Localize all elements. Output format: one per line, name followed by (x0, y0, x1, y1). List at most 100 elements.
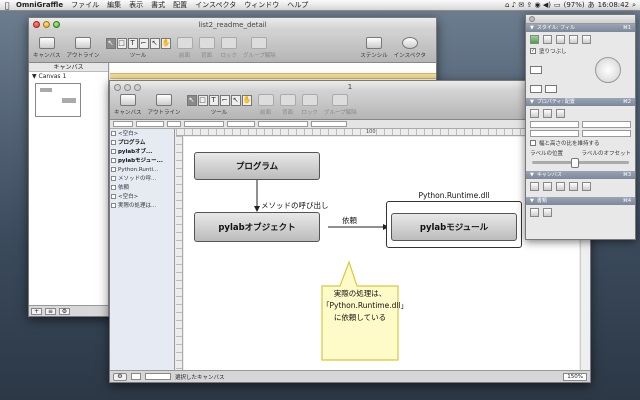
outline-row[interactable]: メソッドの呼... (110, 175, 174, 184)
outline-checkbox[interactable] (111, 185, 116, 190)
canvas-list-item[interactable]: ▼ Canvas 1 (29, 72, 108, 81)
add-layer-button[interactable]: ≡ (45, 308, 56, 315)
menu-window[interactable]: ウィンドウ (240, 0, 283, 10)
diagram-style-icon[interactable] (582, 182, 591, 191)
close-button[interactable] (114, 84, 121, 91)
outline-row[interactable]: <空白> (110, 130, 174, 139)
outline-checkbox[interactable] (111, 203, 116, 208)
properties-section-header[interactable]: ▼ プロパティ: 配置 ⌘2 (526, 98, 635, 106)
gear-icon[interactable]: ⚙ (113, 372, 127, 381)
apple-menu-icon[interactable]:  (0, 1, 14, 10)
document-section-header[interactable]: ▼ 書類 ⌘4 (526, 197, 635, 205)
menu-clock[interactable]: 16:08:42 (598, 1, 629, 9)
align-buttons[interactable] (258, 121, 308, 127)
tools-palette[interactable]: ↖ □ T ⌐ ↖ ✋ ツール (186, 95, 252, 116)
minimize-button[interactable] (43, 21, 50, 28)
stroke-field[interactable] (311, 121, 347, 127)
outline-checkbox[interactable] (111, 158, 116, 163)
outline-checkbox[interactable] (111, 176, 116, 181)
outline-row[interactable]: プログラム (110, 139, 174, 148)
fill-tab-icon[interactable] (530, 35, 539, 44)
tools-palette[interactable]: ↖ □ T ⌐ ↖ ✋ ツール (105, 38, 171, 59)
document-data-icon[interactable] (543, 208, 552, 217)
menu-inspector[interactable]: インスペクタ (191, 0, 240, 10)
program-box[interactable]: プログラム (194, 152, 320, 180)
outline-toggle-button[interactable]: アウトライン (148, 94, 181, 116)
close-icon[interactable] (529, 16, 535, 22)
fill-checkbox[interactable]: ✓ (530, 48, 536, 54)
outline-row[interactable]: pylabオブ... (110, 148, 174, 157)
menu-help[interactable]: ヘルプ (283, 0, 312, 10)
fill-type-popup[interactable] (530, 66, 542, 74)
bring-front-button[interactable]: 前面 (257, 94, 274, 116)
grid-icon[interactable] (543, 182, 552, 191)
fill-color-well-2[interactable] (545, 85, 557, 93)
align-tab-icon[interactable] (556, 109, 565, 118)
outline-row[interactable]: 依頼 (110, 184, 174, 193)
geometry-tab-icon[interactable] (530, 109, 539, 118)
document-info-icon[interactable] (530, 208, 539, 217)
width-field[interactable] (530, 130, 579, 137)
background-icon[interactable] (569, 182, 578, 191)
font-field[interactable] (113, 121, 133, 127)
menu-edit[interactable]: 編集 (103, 0, 125, 10)
outline-checkbox[interactable] (111, 131, 116, 136)
menu-app-name[interactable]: OmniGraffle (14, 1, 67, 9)
outline-toggle-button[interactable]: アウトライン (67, 37, 100, 59)
close-button[interactable] (33, 21, 40, 28)
label-position-slider[interactable] (532, 158, 629, 168)
size-field[interactable] (136, 121, 164, 127)
style-field[interactable] (184, 121, 224, 127)
lock-button[interactable]: ロック (302, 94, 318, 116)
style-section-header[interactable]: ▼ スタイル: フィル ⌘1 (526, 24, 635, 32)
battery-icon[interactable]: ▭ (554, 1, 561, 9)
menu-file[interactable]: ファイル (67, 0, 103, 10)
zoom-button[interactable] (134, 84, 141, 91)
menu-view[interactable]: 表示 (125, 0, 147, 10)
height-field[interactable] (582, 130, 631, 137)
lines-tab-icon[interactable] (543, 109, 552, 118)
pylab-object-box[interactable]: pylabオブジェクト (194, 212, 320, 242)
x-field[interactable] (530, 121, 579, 128)
zoom-popup[interactable]: 150% (563, 372, 587, 381)
canvas-thumbnail[interactable] (35, 83, 81, 117)
canvas-toggle-button[interactable]: キャンバス (114, 94, 142, 116)
canvas-toggle-button[interactable]: キャンバス (33, 37, 61, 59)
action-menu-icon[interactable]: ⚙ (59, 308, 70, 315)
outline-checkbox[interactable] (111, 194, 116, 199)
canvas-section-header[interactable]: ▼ キャンバス ⌘3 (526, 171, 635, 179)
outline-checkbox[interactable] (111, 167, 116, 172)
fill-color-well[interactable] (530, 85, 542, 93)
gradient-angle-dial[interactable] (595, 57, 621, 83)
zoom-button[interactable] (53, 21, 60, 28)
shadow-tab-icon[interactable] (556, 35, 565, 44)
outline-row[interactable]: Python.Runti... (110, 166, 174, 175)
layout-icon[interactable] (556, 182, 565, 191)
image-tab-icon[interactable] (569, 35, 578, 44)
diagram-canvas[interactable]: プログラム メソッドの呼び出し pylabオブジェクト 依頼 Python.Ru… (184, 137, 579, 370)
send-back-button[interactable]: 背面 (279, 94, 296, 116)
outline-row[interactable]: 実際の処理は... (110, 202, 174, 211)
input-method-icon[interactable]: あ (588, 0, 595, 10)
color-field[interactable] (167, 121, 181, 127)
back-window-titlebar[interactable]: list2_readme_detail (29, 18, 436, 31)
ungroup-button[interactable]: グループ解除 (324, 94, 357, 116)
outline-checkbox[interactable] (111, 149, 116, 154)
stencil-button[interactable]: ステンシル (360, 37, 388, 59)
keep-ratio-checkbox[interactable] (530, 140, 536, 146)
inspector-button[interactable]: インスペクタ (394, 37, 426, 59)
pylab-module-box[interactable]: pylabモジュール (391, 213, 517, 241)
spotlight-icon[interactable]: ⌕ (632, 1, 636, 10)
bring-front-button[interactable]: 前面 (176, 37, 193, 59)
canvas-size-icon[interactable] (530, 182, 539, 191)
ungroup-button[interactable]: グループ解除 (243, 37, 276, 59)
stroke-tab-icon[interactable] (543, 35, 552, 44)
send-back-button[interactable]: 背面 (198, 37, 215, 59)
inspector-titlebar[interactable] (526, 15, 635, 24)
outline-row[interactable]: <空白> (110, 193, 174, 202)
status-icons[interactable]: ⌂ ♪ ✉ ⇪ ◉ ◀) (505, 1, 551, 9)
menu-format[interactable]: 書式 (147, 0, 169, 10)
line-field[interactable] (227, 121, 255, 127)
lock-button[interactable]: ロック (221, 37, 237, 59)
y-field[interactable] (582, 121, 631, 128)
